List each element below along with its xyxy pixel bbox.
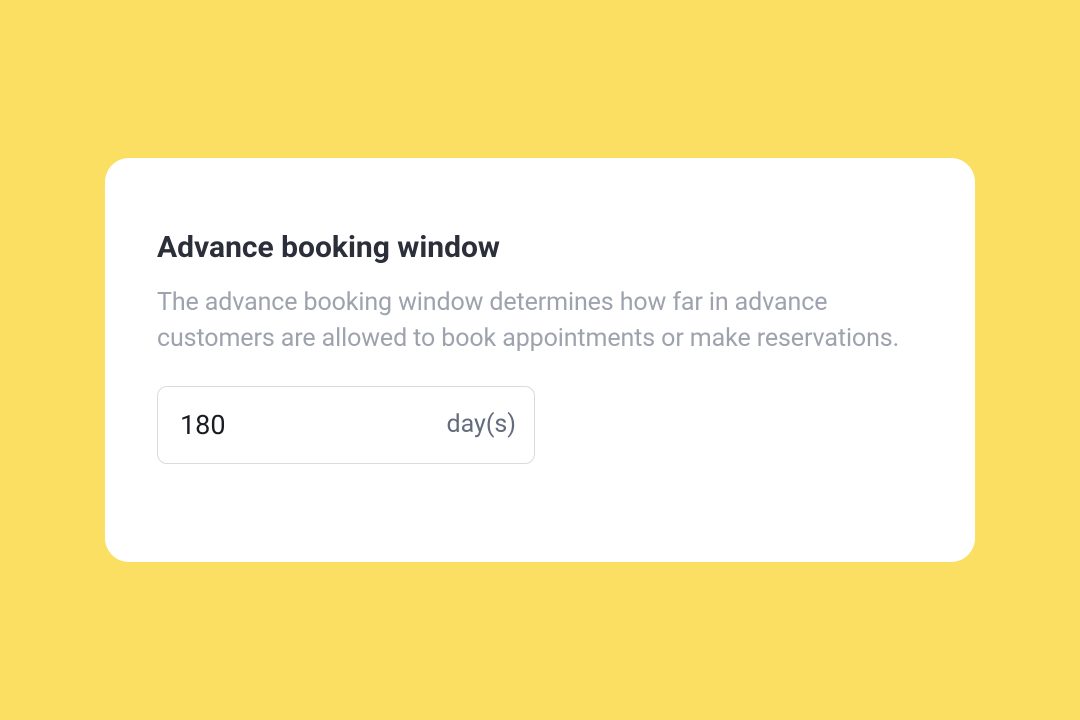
settings-card: Advance booking window The advance booki… xyxy=(105,158,975,562)
days-input[interactable] xyxy=(180,409,320,441)
days-input-wrapper[interactable]: day(s) xyxy=(157,386,535,464)
card-heading: Advance booking window xyxy=(157,230,923,265)
days-suffix: day(s) xyxy=(446,410,516,439)
card-description: The advance booking window determines ho… xyxy=(157,285,923,358)
